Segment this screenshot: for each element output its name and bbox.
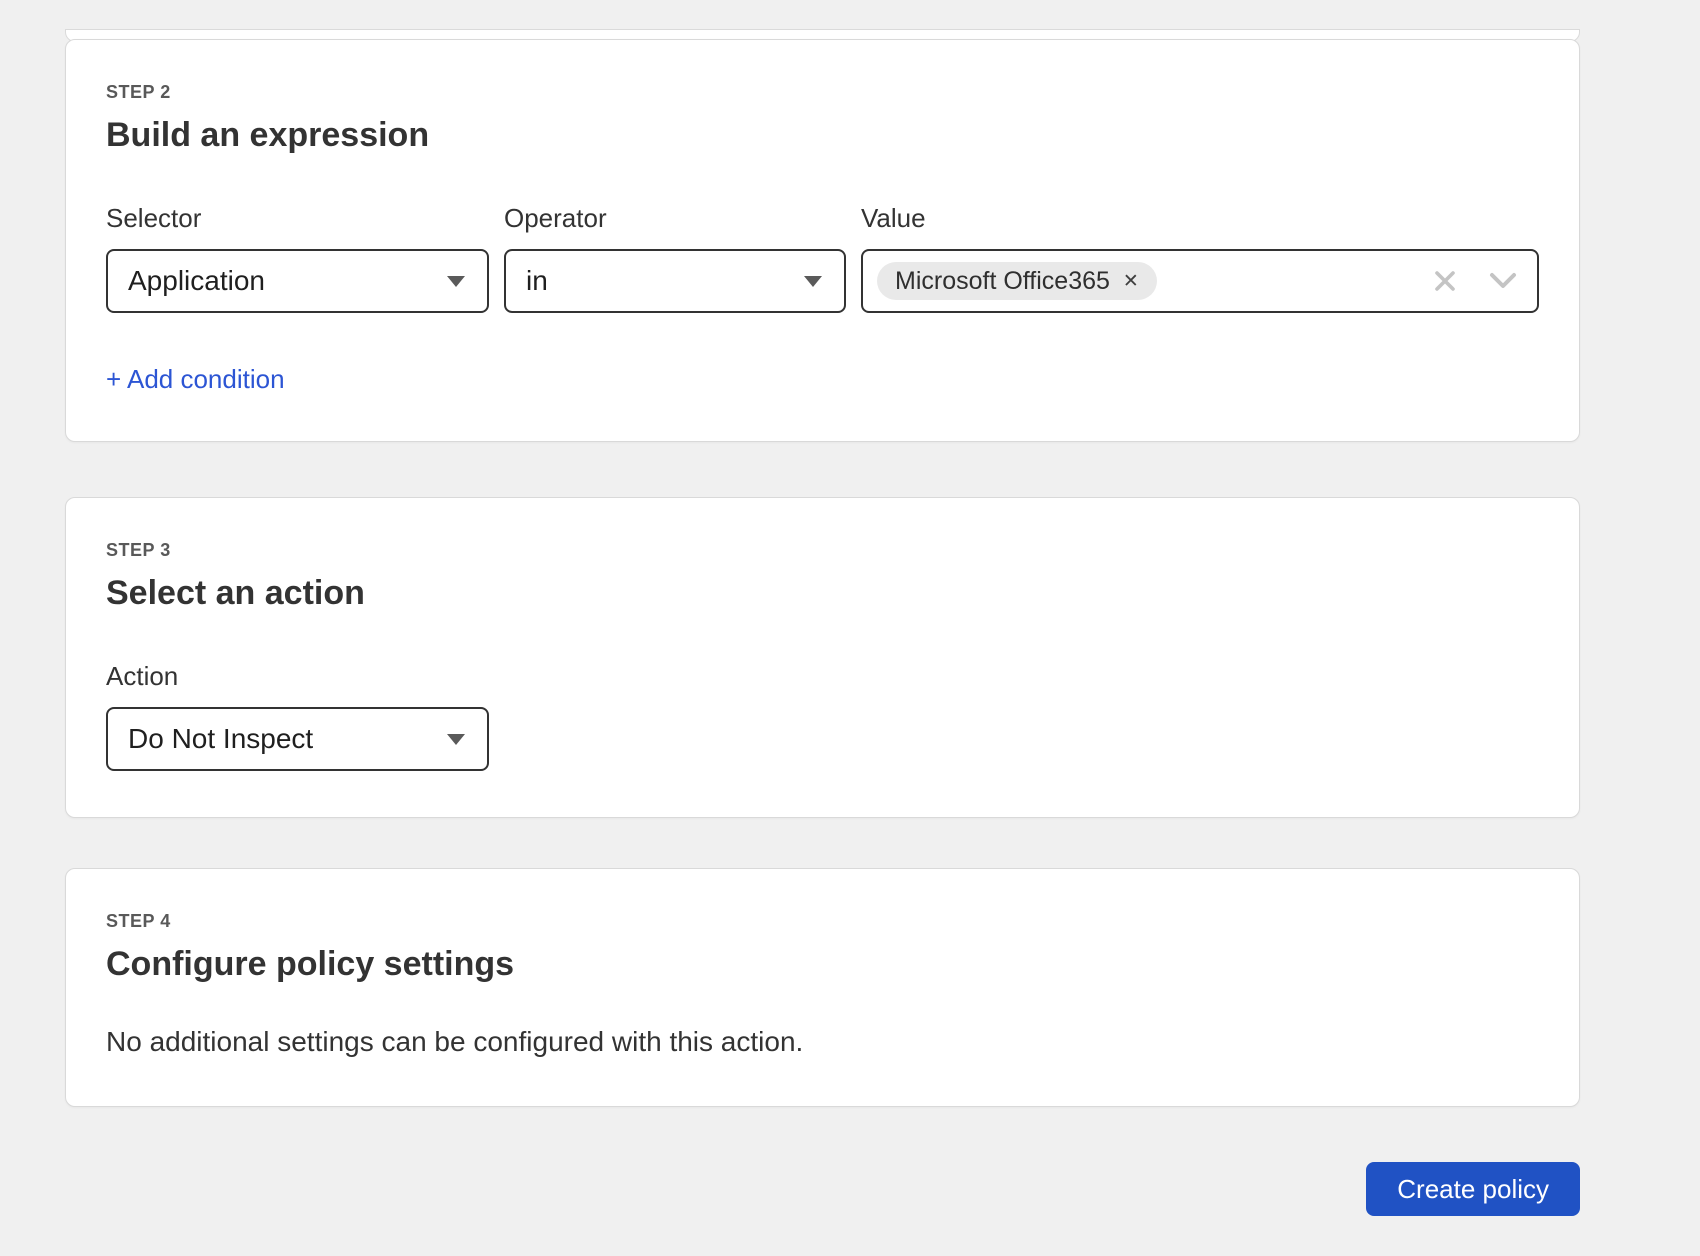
step4-info-text: No additional settings can be configured… xyxy=(106,1024,1539,1060)
chevron-down-icon xyxy=(447,734,465,745)
step2-title: Build an expression xyxy=(106,113,1539,157)
chevron-down-icon[interactable] xyxy=(1489,272,1517,290)
step2-card: STEP 2 Build an expression Selector Appl… xyxy=(65,39,1580,442)
value-tag: Microsoft Office365 ✕ xyxy=(877,262,1157,300)
operator-selected-value: in xyxy=(526,265,548,297)
selector-dropdown[interactable]: Application xyxy=(106,249,489,313)
step4-title: Configure policy settings xyxy=(106,942,1539,986)
selector-label: Selector xyxy=(106,203,489,233)
add-condition-link[interactable]: + Add condition xyxy=(106,363,285,395)
operator-dropdown[interactable]: in xyxy=(504,249,846,313)
action-label: Action xyxy=(106,661,489,691)
selector-selected-value: Application xyxy=(128,265,265,297)
policy-builder-content: STEP 2 Build an expression Selector Appl… xyxy=(65,39,1580,1216)
value-multiselect[interactable]: Microsoft Office365 ✕ xyxy=(861,249,1539,313)
create-policy-button[interactable]: Create policy xyxy=(1366,1162,1580,1216)
remove-tag-icon[interactable]: ✕ xyxy=(1123,272,1139,291)
step4-card: STEP 4 Configure policy settings No addi… xyxy=(65,868,1580,1107)
action-dropdown[interactable]: Do Not Inspect xyxy=(106,707,489,771)
action-field-group: Action Do Not Inspect xyxy=(106,661,489,771)
selector-field-group: Selector Application xyxy=(106,203,489,313)
action-selected-value: Do Not Inspect xyxy=(128,723,313,755)
value-tag-text: Microsoft Office365 xyxy=(895,267,1110,296)
operator-label: Operator xyxy=(504,203,846,233)
operator-field-group: Operator in xyxy=(504,203,846,313)
value-field-group: Value Microsoft Office365 ✕ xyxy=(861,203,1539,313)
action-fields-row: Action Do Not Inspect xyxy=(106,661,1539,771)
step3-title: Select an action xyxy=(106,571,1539,615)
step3-card: STEP 3 Select an action Action Do Not In… xyxy=(65,497,1580,818)
clear-all-icon[interactable] xyxy=(1433,269,1457,293)
expression-fields-row: Selector Application Operator in Value M… xyxy=(106,203,1539,313)
footer-actions: Create policy xyxy=(65,1162,1580,1216)
value-label: Value xyxy=(861,203,1539,233)
step4-label: STEP 4 xyxy=(106,910,1539,932)
step3-label: STEP 3 xyxy=(106,539,1539,561)
step2-label: STEP 2 xyxy=(106,81,1539,103)
chevron-down-icon xyxy=(447,276,465,287)
chevron-down-icon xyxy=(804,276,822,287)
